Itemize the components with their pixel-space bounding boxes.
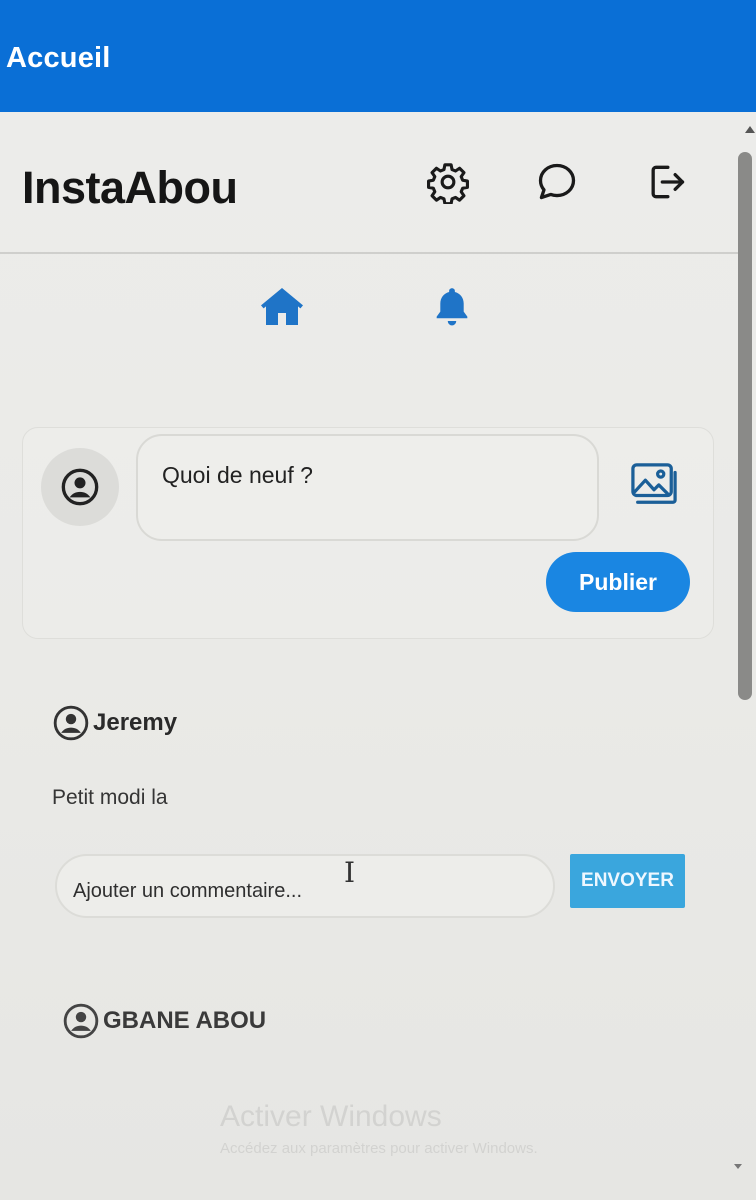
app-header: InstaAbou xyxy=(0,112,742,254)
scrollbar-thumb[interactable] xyxy=(738,152,752,700)
post-author: GBANE ABOU xyxy=(62,1002,266,1040)
bell-icon[interactable] xyxy=(427,282,477,332)
post-composer-input[interactable] xyxy=(136,434,599,541)
publish-button[interactable]: Publier xyxy=(546,552,690,612)
watermark-title: Activer Windows xyxy=(220,1100,442,1133)
send-comment-button[interactable]: ENVOYER xyxy=(570,854,685,908)
scroll-down-arrow[interactable] xyxy=(734,1164,742,1169)
user-circle-icon xyxy=(53,705,89,741)
logout-icon[interactable] xyxy=(642,158,690,206)
user-circle-icon xyxy=(61,468,99,506)
image-icon[interactable] xyxy=(627,458,681,510)
watermark-subtitle: Accédez aux paramètres pour activer Wind… xyxy=(220,1140,538,1157)
post-author: Jeremy xyxy=(52,704,177,742)
post-text: Petit modi la xyxy=(52,786,168,809)
text-cursor-icon: I xyxy=(344,856,356,889)
comment-input[interactable] xyxy=(55,854,555,918)
brand-title: InstaAbou xyxy=(22,162,238,213)
window-titlebar: Accueil xyxy=(0,0,756,112)
chat-bubble-icon[interactable] xyxy=(533,158,581,206)
window-title: Accueil xyxy=(6,42,111,74)
user-circle-icon xyxy=(63,1003,99,1039)
scroll-up-arrow[interactable] xyxy=(745,126,755,133)
avatar xyxy=(41,448,119,526)
post-author-name: Jeremy xyxy=(93,709,178,736)
app-area: InstaAbou Quoi de neuf ? Publier Jeremy … xyxy=(0,112,756,1200)
post-composer: Publier xyxy=(22,427,714,639)
windows-activation-watermark: Activer Windows Accédez aux paramètres p… xyxy=(220,1100,538,1157)
post-author-name: GBANE ABOU xyxy=(103,1007,267,1034)
home-icon[interactable] xyxy=(257,282,307,332)
gear-icon[interactable] xyxy=(424,158,472,206)
